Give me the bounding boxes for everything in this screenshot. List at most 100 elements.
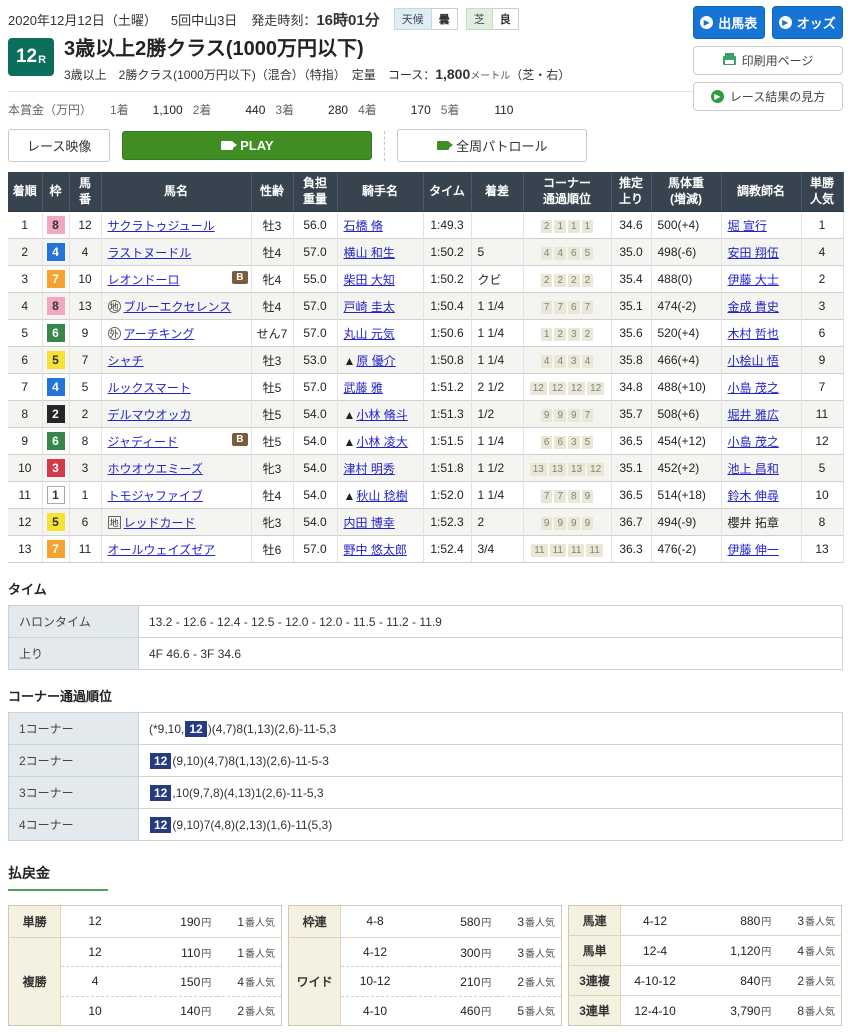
corner-position: 4 <box>554 355 566 368</box>
trainer-link[interactable]: 金成 貴史 <box>728 300 779 314</box>
last-3f-time: 36.5 <box>611 482 651 509</box>
bet-type-label: 3連複 <box>569 966 621 996</box>
trainer-link[interactable]: 安田 翔伍 <box>728 246 779 260</box>
patrol-video-button[interactable]: 全周パトロール <box>397 129 587 162</box>
finish-time: 1:51.2 <box>423 374 471 401</box>
corner-position: 9 <box>541 517 553 530</box>
corner-position: 11 <box>550 544 566 557</box>
horse-link[interactable]: レオンドーロ <box>108 273 180 287</box>
course-label: コース： <box>388 68 435 82</box>
winner-highlight: 12 <box>150 753 171 769</box>
payout-row: 馬単12-41,120円4番人気 <box>569 936 842 966</box>
yen-suffix: 円 <box>761 1007 771 1018</box>
jockey-link[interactable]: 小林 脩斗 <box>356 408 407 422</box>
race-video-button[interactable]: レース映像 <box>8 129 110 162</box>
column-header: タイム <box>423 172 471 212</box>
win-popularity: 6 <box>801 320 843 347</box>
horse-number: 11 <box>69 536 101 563</box>
corner-position: 7 <box>554 490 566 503</box>
horse-link[interactable]: ホウオウエミーズ <box>108 462 203 476</box>
play-button[interactable]: PLAY <box>122 131 372 160</box>
payout-popularity: 2番人気 <box>217 996 281 1025</box>
frame-number-badge: 8 <box>47 297 65 315</box>
win-popularity: 5 <box>801 455 843 482</box>
jockey-link[interactable]: 野中 悠太郎 <box>344 543 407 557</box>
margin: 1 1/4 <box>471 293 523 320</box>
row-label: 4コーナー <box>9 809 139 841</box>
trainer-cell: 鈴木 伸尋 <box>721 482 801 509</box>
result-row: 1033ホウオウエミーズ牝354.0津村 明秀1:51.81 1/2131313… <box>8 455 843 482</box>
corner-position: 5 <box>582 436 594 449</box>
jockey-link[interactable]: 横山 和生 <box>344 246 395 260</box>
jockey-link[interactable]: 柴田 大知 <box>344 273 395 287</box>
race-date: 2020年12月12日（土曜） <box>8 10 157 29</box>
jockey-link[interactable]: 丸山 元気 <box>344 327 395 341</box>
horse-link[interactable]: ルックスマート <box>108 381 191 395</box>
finish-time: 1:52.0 <box>423 482 471 509</box>
frame-cell: 6 <box>42 428 69 455</box>
corner-order-row: 3コーナー12,10(9,7,8)(4,13)1(2,6)-11-5,3 <box>9 777 843 809</box>
horse-link[interactable]: サクラトゥジュール <box>108 219 215 233</box>
last-3f-time: 35.0 <box>611 239 651 266</box>
results-header-row: 着順枠馬番馬名性齢負担重量騎手名タイム着差コーナー通過順位推定上り馬体重(増減)… <box>8 172 843 212</box>
sex-age: 牡4 <box>251 482 293 509</box>
payout-combination: 12 <box>61 937 129 966</box>
prize-items: 1着1,1002着4403着2804着1705着110 <box>110 101 513 118</box>
trainer-link[interactable]: 堀 宣行 <box>728 219 767 233</box>
jockey-cell: ▲秋山 稔樹 <box>337 482 423 509</box>
jockey-link[interactable]: 津村 明秀 <box>344 462 395 476</box>
bet-type-label: ワイド <box>289 937 341 1025</box>
result-guide-button[interactable]: ▶ レース結果の見方 <box>693 82 843 111</box>
finish-position: 1 <box>8 212 42 239</box>
horse-link[interactable]: デルマウオッカ <box>108 408 192 422</box>
sex-age: 牡4 <box>251 239 293 266</box>
horse-link[interactable]: ラストヌードル <box>108 246 192 260</box>
horse-link[interactable]: ジャディード <box>108 435 179 449</box>
horse-weight: 508(+6) <box>651 401 721 428</box>
frame-number-badge: 6 <box>47 432 65 450</box>
jockey-link[interactable]: 原 優介 <box>356 354 395 368</box>
jockey-link[interactable]: 小林 凌大 <box>356 435 407 449</box>
horse-number: 3 <box>69 455 101 482</box>
trainer-link[interactable]: 小島 茂之 <box>728 381 779 395</box>
trainer-link[interactable]: 木村 哲也 <box>728 327 779 341</box>
payout-row: 馬連4-12880円3番人気 <box>569 906 842 936</box>
payout-table-bracket-wide: 枠連4-8580円3番人気ワイド4-12300円3番人気10-12210円2番人… <box>288 905 562 1026</box>
horse-link[interactable]: アーチキング <box>124 327 195 341</box>
payout-combination: 10-12 <box>341 967 409 996</box>
margin <box>471 212 523 239</box>
row-label: 1コーナー <box>9 713 139 745</box>
corner-order-cell: 2222 <box>523 266 611 293</box>
trainer-link[interactable]: 堀井 雅広 <box>728 408 779 422</box>
trainer-link[interactable]: 伊藤 伸一 <box>728 543 779 557</box>
horse-link[interactable]: レッドカード <box>124 516 196 530</box>
jockey-cell: ▲小林 凌大 <box>337 428 423 455</box>
print-page-button[interactable]: 印刷用ページ <box>693 46 843 75</box>
entry-table-button[interactable]: ▶ 出馬表 <box>693 6 765 39</box>
horse-link[interactable]: シャチ <box>108 354 144 368</box>
jockey-link[interactable]: 内田 博幸 <box>344 516 395 530</box>
win-popularity: 13 <box>801 536 843 563</box>
trainer-link[interactable]: 小島 茂之 <box>728 435 779 449</box>
frame-cell: 8 <box>42 212 69 239</box>
trainer-link[interactable]: 鈴木 伸尋 <box>728 489 779 503</box>
finish-position: 6 <box>8 347 42 374</box>
win-popularity: 10 <box>801 482 843 509</box>
horse-link[interactable]: トモジャファイブ <box>108 489 203 503</box>
horse-link[interactable]: ブルーエクセレンス <box>124 300 232 314</box>
horse-link[interactable]: オールウェイズゼア <box>108 543 216 557</box>
trainer-link[interactable]: 小桧山 悟 <box>728 354 779 368</box>
finish-time: 1:52.4 <box>423 536 471 563</box>
trainer-cell: 堀井 雅広 <box>721 401 801 428</box>
payout-row: 複勝12110円1番人気 <box>9 937 282 966</box>
frame-cell: 3 <box>42 455 69 482</box>
jockey-link[interactable]: 戸崎 圭太 <box>344 300 395 314</box>
jockey-link[interactable]: 秋山 稔樹 <box>356 489 407 503</box>
trainer-link[interactable]: 伊藤 大士 <box>728 273 779 287</box>
jockey-link[interactable]: 石橋 脩 <box>344 219 383 233</box>
horse-weight: 474(-2) <box>651 293 721 320</box>
jockey-link[interactable]: 武藤 雅 <box>344 381 383 395</box>
trainer-link[interactable]: 池上 昌和 <box>728 462 779 476</box>
odds-button[interactable]: ▶ オッズ <box>772 6 844 39</box>
payout-popularity: 1番人気 <box>217 937 281 966</box>
